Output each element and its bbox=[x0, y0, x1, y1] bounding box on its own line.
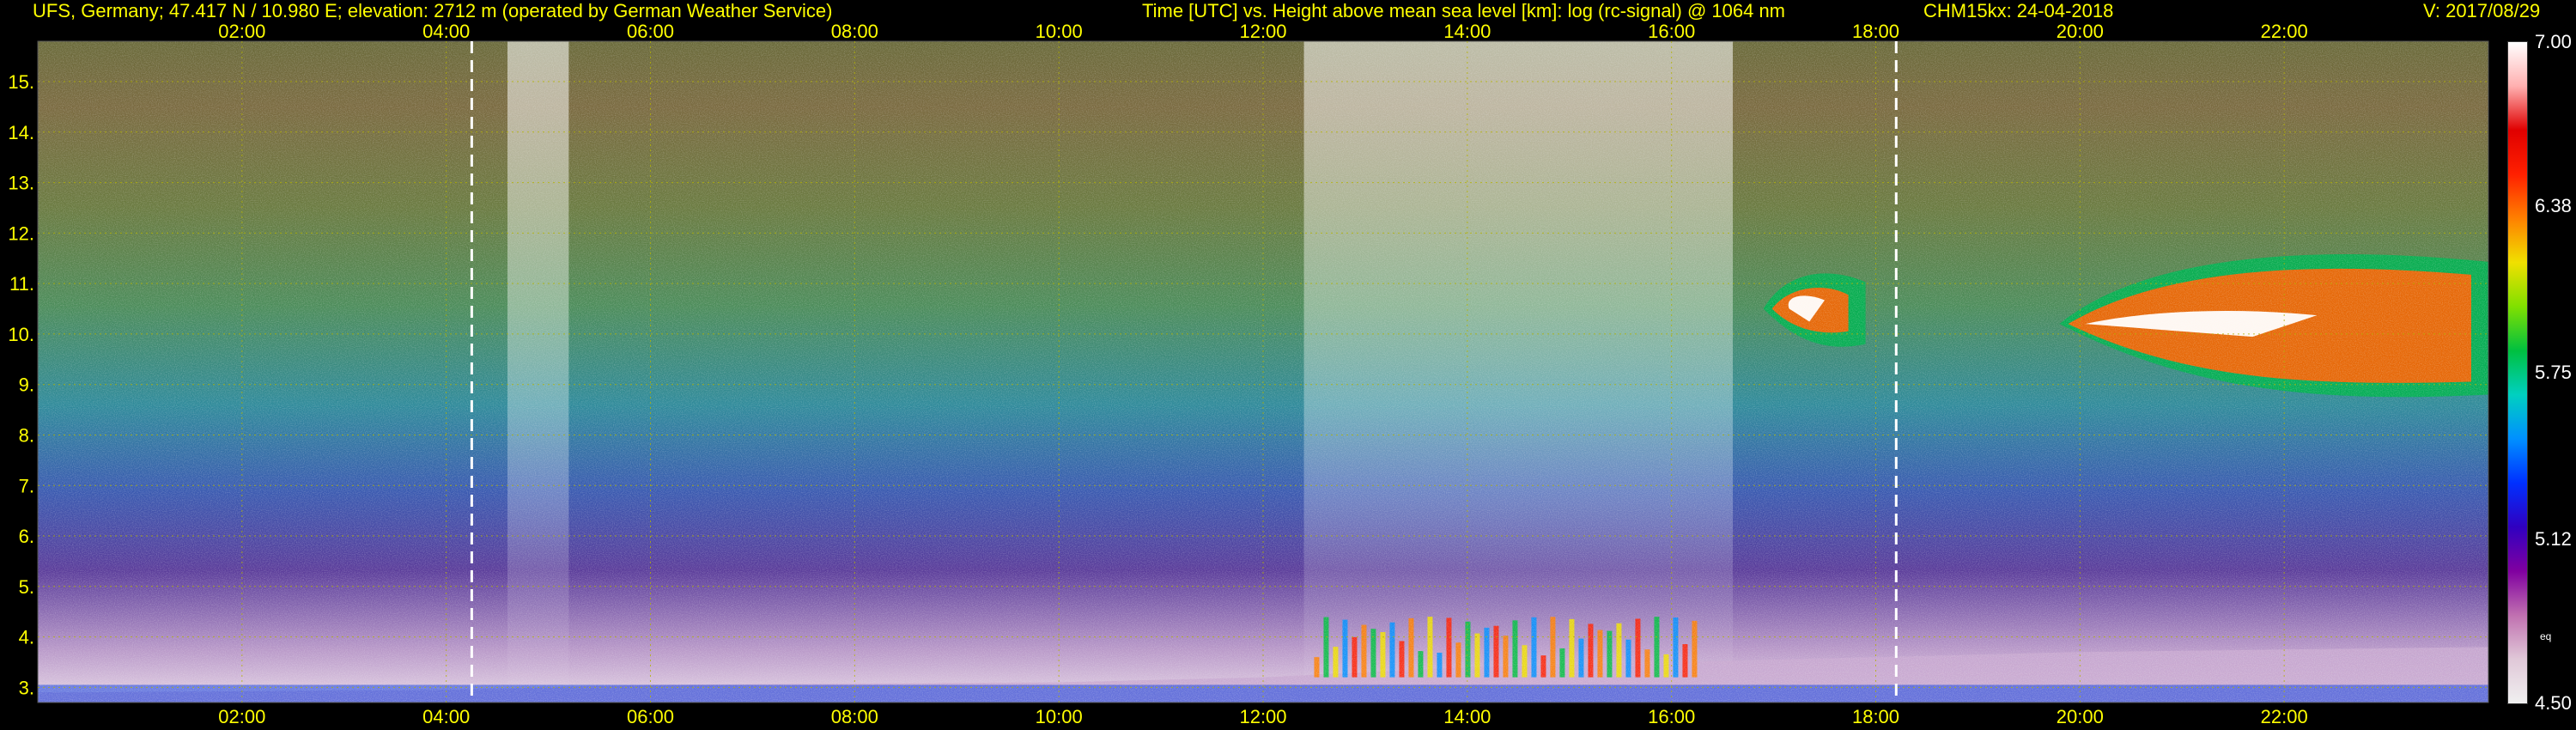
x-tick-label-bottom: 22:00 bbox=[2261, 706, 2308, 727]
y-tick-label: 5. bbox=[19, 576, 34, 598]
x-tick-label-top: 12:00 bbox=[1239, 21, 1286, 42]
x-tick-label-top: 06:00 bbox=[627, 21, 674, 42]
x-tick-label-top: 08:00 bbox=[831, 21, 878, 42]
x-tick-label-bottom: 06:00 bbox=[627, 706, 674, 727]
x-tick-label-top: 16:00 bbox=[1648, 21, 1695, 42]
x-tick-label-bottom: 16:00 bbox=[1648, 706, 1695, 727]
x-tick-label-bottom: 02:00 bbox=[218, 706, 265, 727]
y-tick-label: 6. bbox=[19, 526, 34, 547]
y-tick-label: 9. bbox=[19, 374, 34, 396]
y-tick-label: 10. bbox=[8, 324, 34, 345]
y-tick-label: 8. bbox=[19, 424, 34, 446]
x-tick-label-top: 20:00 bbox=[2057, 21, 2104, 42]
x-tick-label-bottom: 04:00 bbox=[422, 706, 470, 727]
x-tick-label-top: 22:00 bbox=[2261, 21, 2308, 42]
y-tick-label: 14. bbox=[8, 122, 34, 143]
x-tick-label-bottom: 20:00 bbox=[2057, 706, 2104, 727]
y-tick-label: 13. bbox=[8, 173, 34, 194]
x-tick-label-top: 10:00 bbox=[1036, 21, 1083, 42]
colorbar-tick-label: 6.38 bbox=[2535, 195, 2572, 216]
lidar-heatmap-chart: 02:00 02:00 04:00 04:00 06:00 06:00 08:00 08:00… bbox=[8, 21, 2572, 727]
colorbar-tick-label: 7.00 bbox=[2535, 31, 2572, 52]
colorbar-tick-label: 5.12 bbox=[2535, 528, 2572, 550]
y-tick-label: 15. bbox=[8, 71, 34, 93]
x-tick-label-bottom: 14:00 bbox=[1443, 706, 1491, 727]
y-tick-label: 11. bbox=[9, 273, 34, 295]
colorbar-tick-label: 5.75 bbox=[2535, 362, 2572, 383]
x-tick-label-top: 14:00 bbox=[1443, 21, 1491, 42]
colorbar-tick-label: 4.50 bbox=[2535, 692, 2572, 714]
x-tick-label-bottom: 10:00 bbox=[1036, 706, 1083, 727]
colorbar-labels: 7.00 6.38 5.75 5.12 4.50 eq bbox=[2535, 31, 2572, 714]
y-tick-label: 3. bbox=[19, 677, 34, 698]
y-tick-label: 7. bbox=[19, 475, 34, 496]
y-tick-label: 12. bbox=[8, 222, 34, 244]
x-tick-label-top: 02:00 bbox=[218, 21, 265, 42]
x-tick-label-bottom: 18:00 bbox=[1852, 706, 1899, 727]
colorbar-small-label: eq bbox=[2540, 630, 2551, 642]
x-tick-label-bottom: 12:00 bbox=[1239, 706, 1286, 727]
y-tick-label: 4. bbox=[19, 627, 34, 648]
x-tick-label-top: 04:00 bbox=[422, 21, 470, 42]
x-tick-label-bottom: 08:00 bbox=[831, 706, 878, 727]
colorbar bbox=[2507, 41, 2528, 704]
x-tick-label-top: 18:00 bbox=[1852, 21, 1899, 42]
